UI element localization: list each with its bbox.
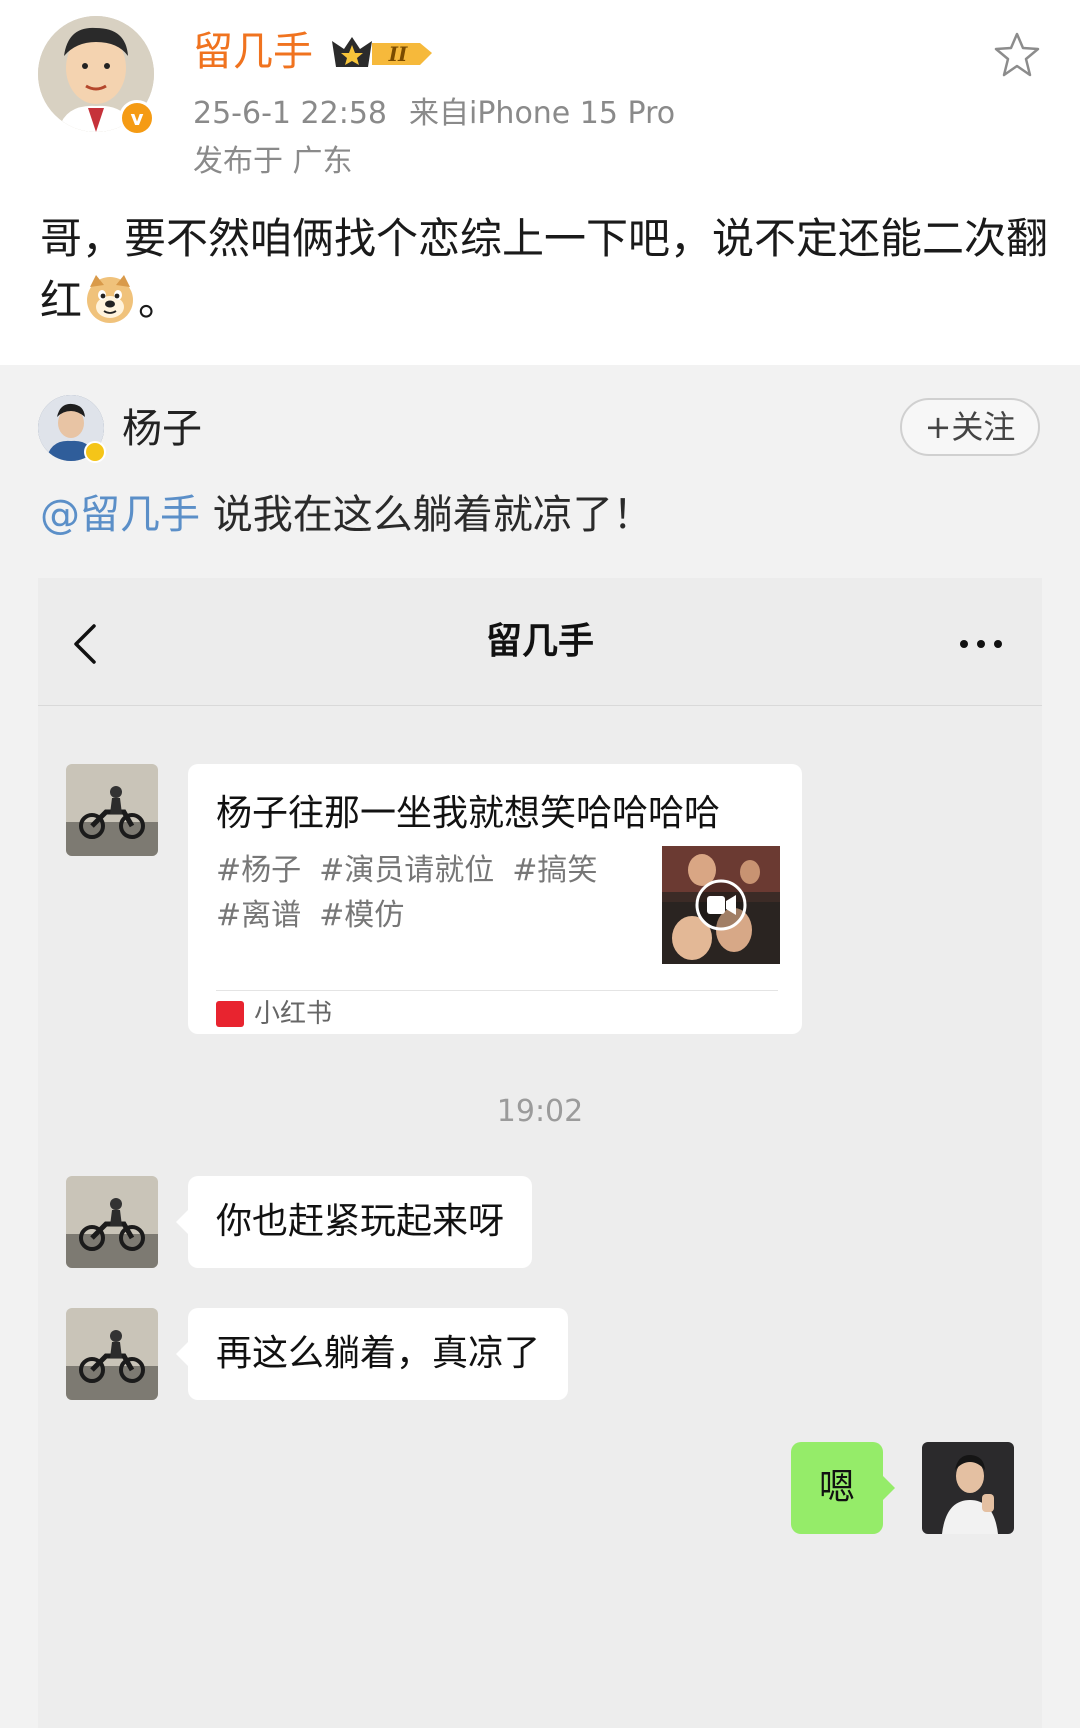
post-meta: 25-6-1 22:58 来自iPhone 15 Pro: [193, 94, 675, 134]
my-message-bubble[interactable]: 嗯: [791, 1442, 896, 1534]
card-tag: #模仿: [319, 898, 405, 933]
contact-avatar[interactable]: [66, 764, 158, 856]
chat-title: 留几手: [485, 621, 594, 662]
repost-user-name[interactable]: 杨子: [122, 403, 202, 455]
author-name[interactable]: 留几手: [193, 26, 313, 78]
xiaohongshu-logo-icon: [216, 1001, 244, 1027]
post-location: 发布于 广东: [193, 144, 353, 179]
post-text: 哥，要不然咱俩找个恋综上一下吧，说不定还能二次翻红 。: [40, 208, 1050, 332]
contact-avatar[interactable]: [66, 1308, 158, 1400]
follow-button[interactable]: +关注: [900, 398, 1040, 456]
card-tag: #杨子: [216, 853, 302, 888]
post-source: 来自iPhone 15 Pro: [409, 96, 676, 131]
card-tag: #演员请就位: [319, 853, 495, 888]
chat-header: 留几手: [38, 578, 1042, 706]
favorite-star-icon[interactable]: [992, 30, 1042, 80]
chat-timestamp: 19:02: [496, 1094, 584, 1129]
message-bubble[interactable]: 再这么躺着，真凉了: [175, 1308, 569, 1400]
post-text-end: 。: [138, 276, 181, 325]
my-avatar[interactable]: [922, 1442, 1014, 1534]
repost-text: @留几手 说我在这么躺着就凉了！: [40, 487, 653, 543]
mention-link[interactable]: @留几手: [40, 492, 200, 538]
verified-badge-icon: v: [119, 100, 155, 136]
card-source: 小红书: [254, 999, 333, 1029]
weibo-post: v 留几手 II 25-6-1 22:58 来自iPhone 15 Pro 发布于…: [0, 0, 1080, 365]
card-title: 杨子往那一坐我就想笑哈哈哈哈: [216, 793, 721, 834]
chat-screenshot[interactable]: 留几手 杨子往那一坐我就想笑哈哈哈哈 #杨子 #演员请就位 #搞笑 #离谱 #模仿: [38, 578, 1042, 1728]
post-text-main: 哥，要不然咱俩找个恋综上一下吧，说不定还能二次翻红: [40, 214, 1049, 325]
vip-level-label: II: [388, 42, 408, 66]
card-divider: [216, 990, 778, 991]
verified-badge-icon: [84, 441, 106, 463]
xiaohongshu-share-card[interactable]: 杨子往那一坐我就想笑哈哈哈哈 #杨子 #演员请就位 #搞笑 #离谱 #模仿 小红书: [188, 764, 802, 1034]
card-tags: #杨子 #演员请就位 #搞笑 #离谱 #模仿: [216, 848, 616, 938]
repost-text-body: 说我在这么躺着就凉了！: [200, 492, 653, 538]
card-tag: #离谱: [216, 898, 302, 933]
contact-avatar[interactable]: [66, 1176, 158, 1268]
card-tag: #搞笑: [512, 853, 598, 888]
message-bubble[interactable]: 你也赶紧玩起来呀: [175, 1176, 533, 1268]
more-options-icon[interactable]: [956, 632, 1006, 656]
doge-emoji-icon: [87, 275, 134, 323]
post-time: 25-6-1 22:58: [193, 96, 387, 131]
video-thumbnail: [662, 846, 780, 964]
vip-level-icon: II: [332, 37, 432, 67]
